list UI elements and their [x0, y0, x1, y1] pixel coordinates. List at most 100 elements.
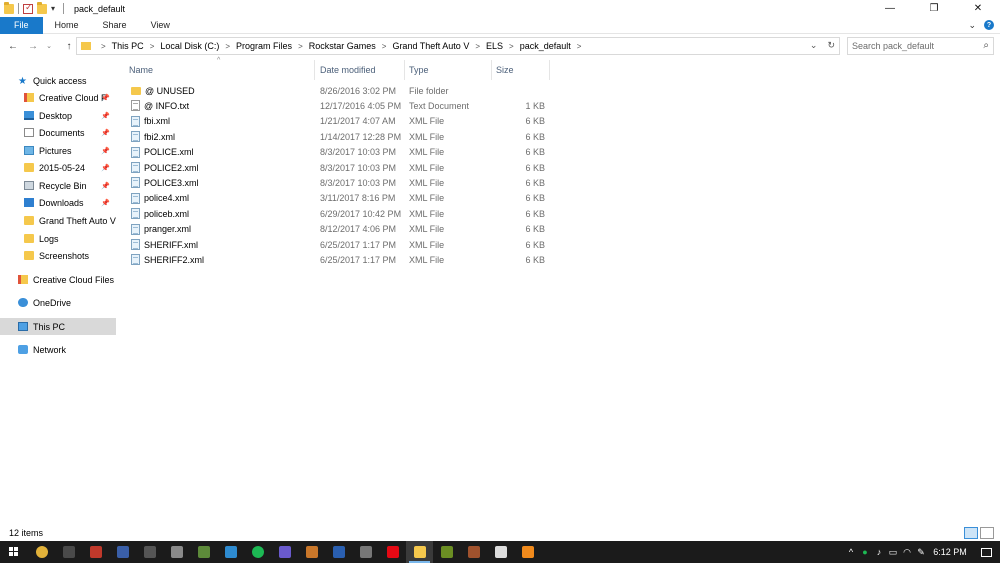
table-row[interactable]: policeb.xml 6/29/2017 10:42 PM XML File 6 K… — [127, 206, 547, 221]
sidebar-item-2015-05-24[interactable]: 2015-05-24 📌 — [0, 159, 116, 176]
clock[interactable]: 6:12 PM — [928, 547, 972, 557]
taskbar-app-button[interactable] — [82, 541, 109, 563]
sidebar-item-this-pc[interactable]: This PC — [0, 318, 116, 335]
sidebar-item-recycle-bin[interactable]: Recycle Bin 📌 — [0, 177, 116, 194]
column-header-name[interactable]: Name — [129, 60, 153, 80]
taskbar-app-button[interactable] — [109, 541, 136, 563]
taskbar-app-button[interactable] — [514, 541, 541, 563]
action-center-button[interactable] — [972, 547, 1000, 557]
sidebar-item-downloads[interactable]: Downloads 📌 — [0, 194, 116, 211]
breadcrumb-item[interactable]: pack_default — [520, 41, 571, 51]
table-row[interactable]: pranger.xml 8/12/2017 4:06 PM XML File 6 KB — [127, 222, 547, 237]
forward-button[interactable]: → — [26, 39, 40, 53]
taskbar-app-button[interactable] — [433, 541, 460, 563]
chevron-up-icon[interactable]: ^ — [844, 541, 858, 563]
breadcrumb-item[interactable]: Grand Theft Auto V — [392, 41, 469, 51]
up-button[interactable]: ↑ — [62, 39, 76, 53]
taskbar-app-button[interactable] — [298, 541, 325, 563]
taskbar-app-button[interactable] — [136, 541, 163, 563]
chevron-right-icon[interactable]: > — [577, 42, 582, 51]
search-icon[interactable]: ⌕ — [983, 40, 989, 51]
breadcrumb-item[interactable]: ELS — [486, 41, 503, 51]
taskbar-app-button[interactable] — [406, 541, 433, 563]
tab-home[interactable]: Home — [43, 17, 91, 34]
chevron-right-icon[interactable]: > — [150, 42, 155, 51]
tab-share[interactable]: Share — [91, 17, 139, 34]
customize-toolbar-icon[interactable]: ▾ — [51, 4, 59, 14]
taskbar-app-button[interactable] — [163, 541, 190, 563]
tab-view[interactable]: View — [139, 17, 182, 34]
minimize-button[interactable]: — — [868, 0, 912, 17]
taskbar-app-button[interactable] — [460, 541, 487, 563]
back-button[interactable]: ← — [6, 39, 20, 53]
wifi-icon[interactable]: ◠ — [900, 541, 914, 563]
divider[interactable] — [549, 60, 550, 80]
table-row[interactable]: @ UNUSED 8/26/2016 3:02 PM File folder — [127, 83, 547, 98]
tab-file[interactable]: File — [0, 16, 43, 34]
chevron-down-icon[interactable]: ⌄ — [810, 40, 818, 51]
divider[interactable] — [314, 60, 315, 80]
table-row[interactable]: POLICE3.xml 8/3/2017 10:03 PM XML File 6 KB — [127, 175, 547, 190]
divider[interactable] — [404, 60, 405, 80]
sidebar-item-network[interactable]: Network — [0, 341, 116, 358]
refresh-icon[interactable]: ↻ — [827, 40, 835, 51]
table-row[interactable]: fbi2.xml 1/14/2017 12:28 PM XML File 6 KB — [127, 129, 547, 144]
taskbar-app-button[interactable] — [325, 541, 352, 563]
sidebar-item-onedrive[interactable]: OneDrive — [0, 294, 116, 311]
sidebar-item-documents[interactable]: Documents 📌 — [0, 124, 116, 141]
chevron-right-icon[interactable]: > — [382, 42, 387, 51]
table-row[interactable]: police4.xml 3/11/2017 8:16 PM XML File 6 KB — [127, 191, 547, 206]
table-row[interactable]: SHERIFF.xml 6/25/2017 1:17 PM XML File 6 KB — [127, 237, 547, 252]
column-header-type[interactable]: Type — [409, 60, 429, 80]
table-row[interactable]: SHERIFF2.xml 6/25/2017 1:17 PM XML File 6 K… — [127, 252, 547, 267]
chevron-right-icon[interactable]: > — [225, 42, 230, 51]
divider[interactable] — [491, 60, 492, 80]
recent-locations-button[interactable]: ⌄ — [42, 39, 56, 53]
table-row[interactable]: fbi.xml 1/21/2017 4:07 AM XML File 6 KB — [127, 114, 547, 129]
column-header-size[interactable]: Size — [496, 60, 514, 80]
taskbar-app-button[interactable] — [190, 541, 217, 563]
column-header-date[interactable]: Date modified — [320, 60, 376, 80]
taskbar-app-button[interactable] — [352, 541, 379, 563]
taskbar-app-button[interactable] — [55, 541, 82, 563]
table-row[interactable]: @ INFO.txt 12/17/2016 4:05 PM Text Documen… — [127, 98, 547, 113]
spotify-icon[interactable]: ● — [858, 541, 872, 563]
sidebar-item-creative-cloud-files[interactable]: Creative Cloud Files — [0, 271, 116, 288]
maximize-button[interactable]: ❐ — [912, 0, 956, 17]
sidebar-item-creative-cloud-f[interactable]: Creative Cloud F 📌 — [0, 89, 116, 106]
chevron-right-icon[interactable]: > — [298, 42, 303, 51]
taskbar-app-button[interactable] — [379, 541, 406, 563]
chevron-right-icon[interactable]: > — [475, 42, 480, 51]
table-row[interactable]: POLICE2.xml 8/3/2017 10:03 PM XML File 6 KB — [127, 160, 547, 175]
sidebar-item-grand-theft-auto-v[interactable]: Grand Theft Auto V — [0, 212, 116, 229]
battery-icon[interactable]: ▭ — [886, 541, 900, 563]
sidebar-item-desktop[interactable]: Desktop 📌 — [0, 107, 116, 124]
taskbar-app-button[interactable] — [244, 541, 271, 563]
sidebar-item-logs[interactable]: Logs — [0, 230, 116, 247]
details-view-button[interactable] — [964, 527, 978, 539]
breadcrumb-item[interactable]: This PC — [112, 41, 144, 51]
chevron-down-icon[interactable]: ⌄ — [968, 20, 976, 31]
taskbar-app-button[interactable] — [487, 541, 514, 563]
taskbar-app-button[interactable] — [28, 541, 55, 563]
start-button[interactable] — [0, 541, 28, 563]
chevron-right-icon[interactable]: > — [509, 42, 514, 51]
chevron-right-icon[interactable]: > — [101, 42, 106, 51]
breadcrumb-item[interactable]: Rockstar Games — [309, 41, 376, 51]
sidebar-item-screenshots[interactable]: Screenshots — [0, 247, 116, 264]
new-folder-icon[interactable] — [37, 1, 47, 14]
table-row[interactable]: POLICE.xml 8/3/2017 10:03 PM XML File 6 KB — [127, 145, 547, 160]
sidebar-item-pictures[interactable]: Pictures 📌 — [0, 142, 116, 159]
address-bar[interactable]: > This PC > Local Disk (C:) > Program Files > R… — [76, 37, 840, 55]
pen-icon[interactable]: ✎ — [914, 541, 928, 563]
volume-icon[interactable]: ♪ — [872, 541, 886, 563]
close-button[interactable]: ✕ — [956, 0, 1000, 17]
breadcrumb-item[interactable]: Program Files — [236, 41, 292, 51]
sidebar-item-quick-access[interactable]: ★ Quick access — [0, 72, 116, 89]
properties-icon[interactable] — [23, 2, 33, 14]
taskbar-app-button[interactable] — [217, 541, 244, 563]
large-icons-view-button[interactable] — [980, 527, 994, 539]
help-icon[interactable]: ? — [984, 20, 994, 30]
taskbar-app-button[interactable] — [271, 541, 298, 563]
search-input[interactable]: Search pack_default ⌕ — [847, 37, 994, 55]
